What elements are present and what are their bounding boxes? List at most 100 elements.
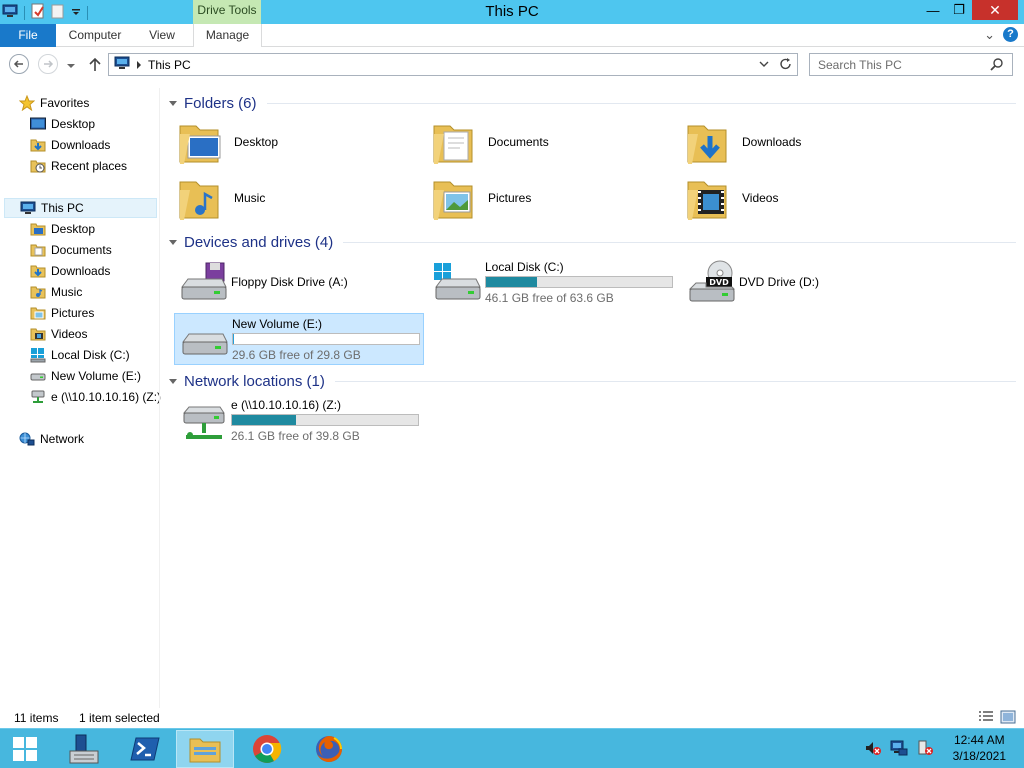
minimize-button[interactable]: — xyxy=(920,0,946,20)
address-dropdown-icon[interactable] xyxy=(759,56,769,75)
pane-divider[interactable] xyxy=(159,88,160,708)
large-icons-view-icon[interactable] xyxy=(1000,710,1016,727)
drive-tile-local-disk-c[interactable]: Local Disk (C:) 46.1 GB free of 63.6 GB xyxy=(428,257,678,309)
sidebar-item-network[interactable]: Network xyxy=(19,429,84,449)
downloads-folder-icon xyxy=(30,139,46,152)
navigation-pane: Favorites Desktop Downloads Recent place… xyxy=(0,88,161,710)
drive-tile-network-z[interactable]: e (\\10.10.10.16) (Z:) 26.1 GB free of 3… xyxy=(174,395,424,447)
sidebar-item-label: New Volume (E:) xyxy=(51,369,142,383)
view-switcher xyxy=(978,710,1016,727)
new-folder-icon[interactable] xyxy=(51,3,65,22)
up-arrow-icon[interactable] xyxy=(88,56,102,75)
sidebar-item-downloads[interactable]: Downloads xyxy=(30,261,110,281)
back-arrow-icon xyxy=(13,60,23,68)
sidebar-item-local-disk-c[interactable]: Local Disk (C:) xyxy=(30,345,130,365)
folder-tile-downloads[interactable]: Downloads xyxy=(686,118,801,166)
group-header-network-locations[interactable]: Network locations (1) xyxy=(166,371,1016,391)
back-button[interactable] xyxy=(9,54,29,74)
search-icon[interactable] xyxy=(990,57,1004,74)
drive-usage-fill xyxy=(232,415,296,425)
windows-logo-icon xyxy=(13,737,37,761)
desktop-folder-icon xyxy=(30,223,46,236)
group-title: Folders (6) xyxy=(184,94,257,112)
sidebar-item-label: Music xyxy=(51,285,83,299)
group-header-devices-and-drives[interactable]: Devices and drives (4) xyxy=(166,232,1016,252)
sidebar-item-documents[interactable]: Documents xyxy=(30,240,112,260)
start-button[interactable] xyxy=(0,730,50,768)
chrome-icon xyxy=(253,735,282,763)
taskbar: 12:44 AM 3/18/2021 xyxy=(0,728,1024,768)
drive-free-space: 46.1 GB free of 63.6 GB xyxy=(485,291,614,305)
qat-separator xyxy=(87,5,88,20)
taskbar-server-manager[interactable] xyxy=(54,730,112,768)
sidebar-item-desktop[interactable]: Desktop xyxy=(30,219,95,239)
folder-tile-desktop[interactable]: Desktop xyxy=(178,118,278,166)
tab-file[interactable]: File xyxy=(0,24,56,47)
group-header-folders[interactable]: Folders (6) xyxy=(166,93,1016,113)
drive-free-space: 26.1 GB free of 39.8 GB xyxy=(231,429,360,443)
drive-tile-new-volume-e[interactable]: New Volume (E:) 29.6 GB free of 29.8 GB xyxy=(174,313,424,365)
sidebar-item-music[interactable]: Music xyxy=(30,282,82,302)
close-button[interactable]: ✕ xyxy=(972,0,1018,20)
sidebar-item-label: Favorites xyxy=(40,96,90,110)
tab-view[interactable]: View xyxy=(136,24,188,47)
dvd-drive-icon: DVD xyxy=(688,260,736,302)
taskbar-chrome[interactable] xyxy=(238,730,296,768)
volume-muted-icon[interactable] xyxy=(864,740,882,759)
this-pc-icon[interactable] xyxy=(2,4,18,21)
drive-tile-dvd-d[interactable]: DVD DVD Drive (D:) xyxy=(682,257,932,309)
action-center-icon[interactable] xyxy=(916,740,934,759)
taskbar-firefox[interactable] xyxy=(300,730,358,768)
group-title: Devices and drives (4) xyxy=(184,233,334,251)
taskbar-clock[interactable]: 12:44 AM 3/18/2021 xyxy=(953,732,1006,764)
help-icon[interactable]: ? xyxy=(1003,27,1018,42)
search-input[interactable] xyxy=(818,57,988,72)
folder-label: Desktop xyxy=(234,135,279,149)
properties-icon[interactable] xyxy=(31,3,45,22)
address-bar[interactable]: This PC xyxy=(108,53,798,76)
tab-manage[interactable]: Manage xyxy=(193,24,262,47)
tab-computer[interactable]: Computer xyxy=(60,24,130,47)
restore-button[interactable]: ❐ xyxy=(946,0,972,20)
sidebar-item-network-drive-z[interactable]: e (\\10.10.10.16) (Z:) xyxy=(30,387,161,407)
recent-places-icon xyxy=(30,160,46,173)
sidebar-item-pictures[interactable]: Pictures xyxy=(30,303,94,323)
taskbar-file-explorer[interactable] xyxy=(176,730,234,768)
folder-tile-pictures[interactable]: Pictures xyxy=(432,174,531,222)
breadcrumb-separator-icon[interactable] xyxy=(136,58,142,72)
folder-tile-documents[interactable]: Documents xyxy=(432,118,549,166)
recent-locations-icon[interactable] xyxy=(66,59,76,73)
ribbon-right-controls: ⌄ ? xyxy=(984,27,1018,42)
sidebar-item-favorites[interactable]: Favorites xyxy=(19,93,89,113)
breadcrumb-this-pc[interactable]: This PC xyxy=(148,58,191,72)
status-bar: 11 items 1 item selected xyxy=(0,708,1024,728)
forward-button[interactable] xyxy=(38,54,58,74)
folder-label: Documents xyxy=(488,135,549,149)
folder-label: Music xyxy=(234,191,266,205)
sidebar-item-videos[interactable]: Videos xyxy=(30,324,87,344)
folder-label: Downloads xyxy=(742,135,802,149)
sidebar-item-new-volume-e[interactable]: New Volume (E:) xyxy=(30,366,141,386)
sidebar-item-label: Desktop xyxy=(51,117,96,131)
drive-tile-floppy-a[interactable]: Floppy Disk Drive (A:) xyxy=(174,257,424,309)
expand-ribbon-icon[interactable]: ⌄ xyxy=(984,28,995,41)
group-divider xyxy=(343,241,1016,243)
sidebar-item-recent-places[interactable]: Recent places xyxy=(30,156,127,176)
details-view-icon[interactable] xyxy=(978,710,994,727)
sidebar-item-this-pc[interactable]: This PC xyxy=(4,198,157,218)
network-icon xyxy=(19,432,35,446)
folder-tile-music[interactable]: Music xyxy=(178,174,265,222)
network-status-icon[interactable] xyxy=(890,740,908,759)
refresh-icon[interactable] xyxy=(779,56,793,75)
collapse-chevron-icon[interactable] xyxy=(169,100,177,106)
collapse-chevron-icon[interactable] xyxy=(169,378,177,384)
folder-tile-videos[interactable]: Videos xyxy=(686,174,778,222)
collapse-chevron-icon[interactable] xyxy=(169,239,177,245)
taskbar-powershell[interactable] xyxy=(116,730,174,768)
windows-drive-icon xyxy=(30,348,46,363)
sidebar-item-favorites-downloads[interactable]: Downloads xyxy=(30,135,110,155)
search-box[interactable] xyxy=(809,53,1013,76)
documents-folder-icon xyxy=(30,244,46,257)
customize-qat-icon[interactable] xyxy=(71,6,81,20)
sidebar-item-favorites-desktop[interactable]: Desktop xyxy=(30,114,95,134)
